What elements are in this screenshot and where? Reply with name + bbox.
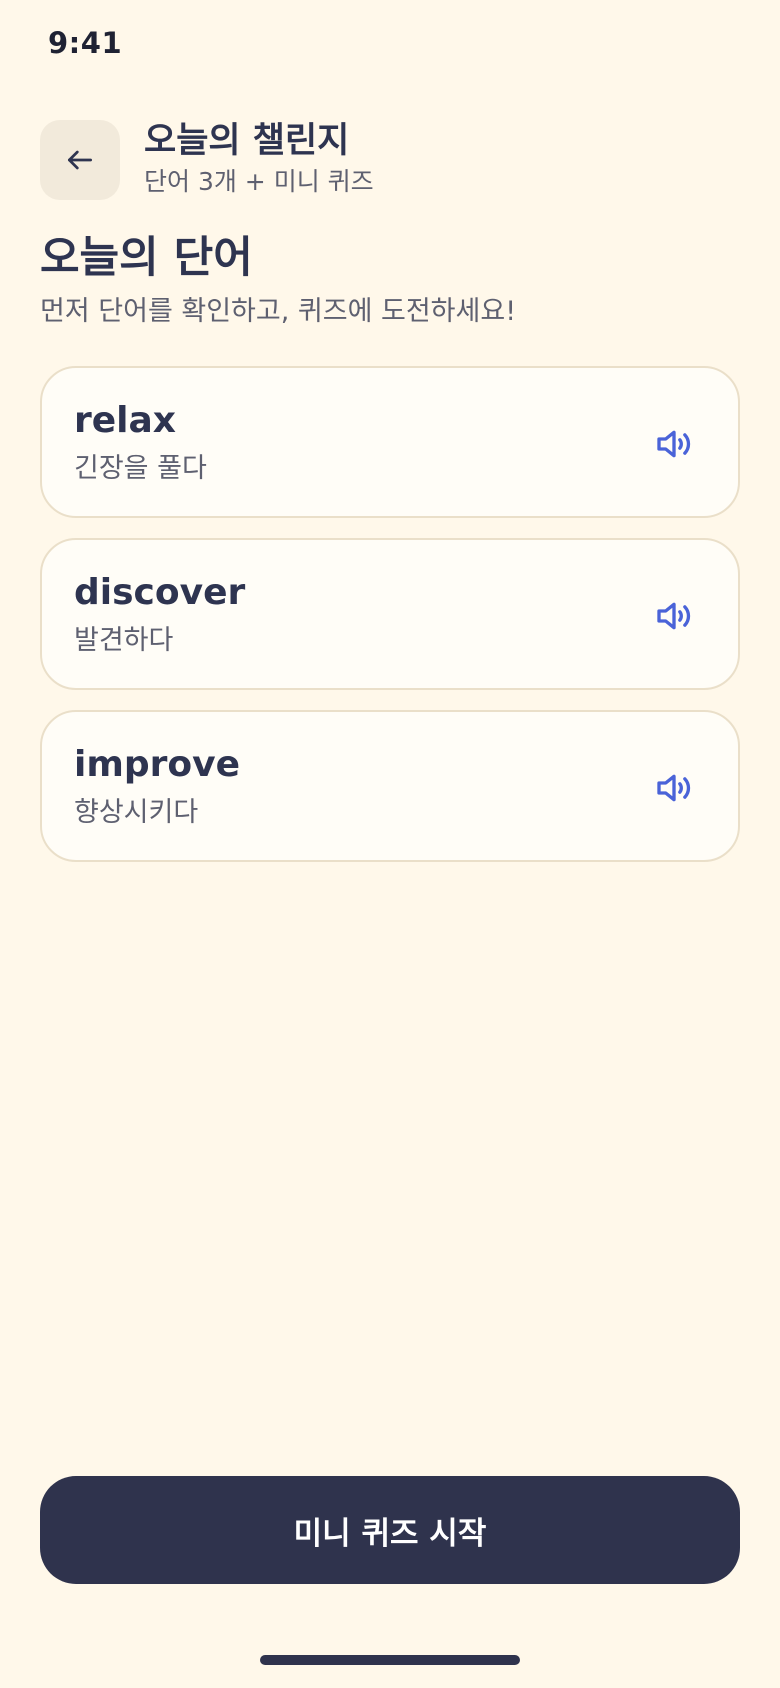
- back-button[interactable]: [40, 120, 120, 200]
- section-title: 오늘의 단어: [40, 233, 253, 283]
- page-subtitle: 단어 3개 + 미니 퀴즈: [144, 167, 374, 196]
- word-term: discover: [74, 572, 246, 613]
- home-indicator[interactable]: [260, 1655, 520, 1665]
- start-quiz-button[interactable]: 미니 퀴즈 시작: [40, 1476, 740, 1584]
- speaker-icon[interactable]: [654, 768, 694, 808]
- word-card-discover[interactable]: discover 발견하다: [40, 538, 740, 690]
- page-title: 오늘의 챌린지: [144, 121, 350, 161]
- status-time: 9:41: [48, 26, 123, 60]
- word-term: relax: [74, 400, 177, 441]
- word-meaning: 발견하다: [74, 625, 174, 656]
- word-card-relax[interactable]: relax 긴장을 풀다: [40, 366, 740, 518]
- speaker-icon[interactable]: [654, 424, 694, 464]
- arrow-left-icon: [68, 150, 92, 170]
- word-card-improve[interactable]: improve 향상시키다: [40, 710, 740, 862]
- word-meaning: 긴장을 풀다: [74, 453, 207, 484]
- section-description: 먼저 단어를 확인하고, 퀴즈에 도전하세요!: [40, 296, 517, 327]
- word-term: improve: [74, 744, 240, 785]
- speaker-icon[interactable]: [654, 596, 694, 636]
- header: 오늘의 챌린지 단어 3개 + 미니 퀴즈: [144, 118, 374, 200]
- word-list: relax 긴장을 풀다 discover 발견하다 improve 향상시키다: [40, 366, 740, 882]
- word-meaning: 향상시키다: [74, 797, 199, 828]
